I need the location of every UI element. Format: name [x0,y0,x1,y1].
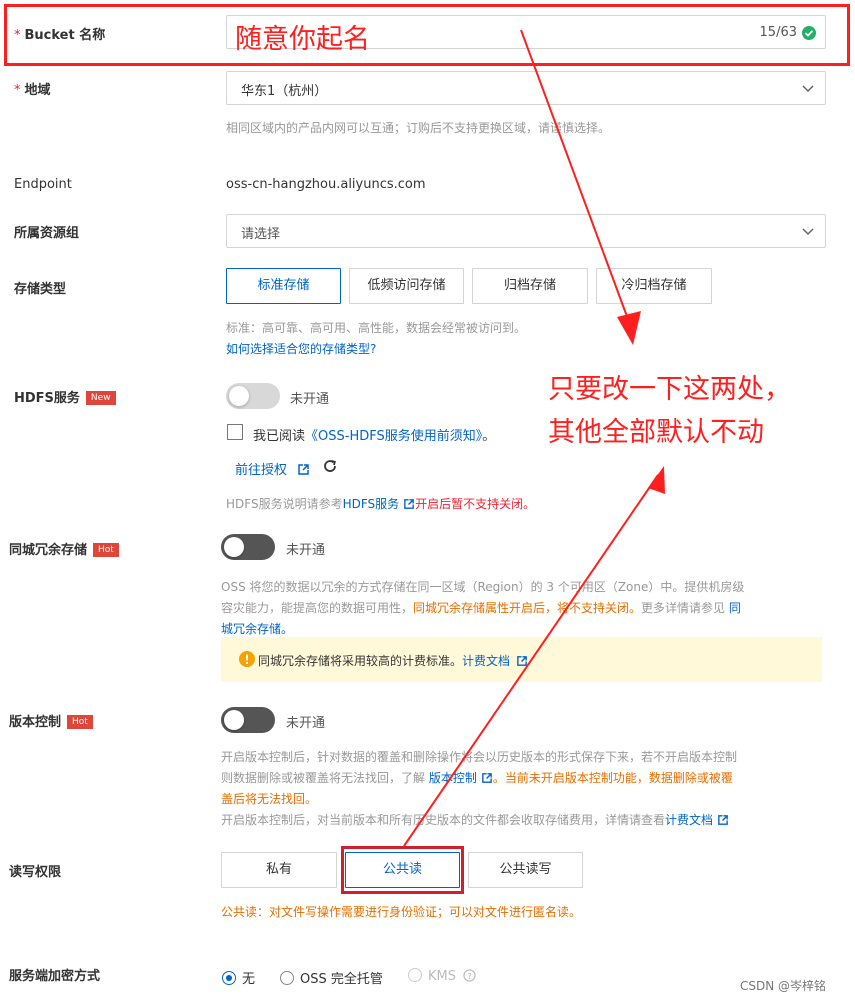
annotation-note: 只要改一下这两处， 其他全部默认不动 [548,374,791,448]
annotation-arrows [403,29,665,847]
arrow-to-acl-option [403,466,665,847]
watermark: CSDN @岑梓铭 [740,979,827,993]
arrow-to-name-field [520,29,641,345]
